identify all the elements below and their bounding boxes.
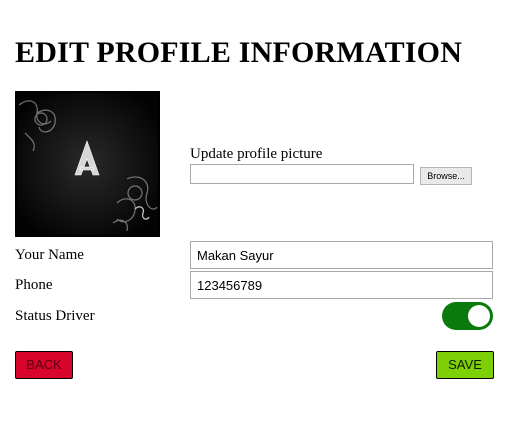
- save-button[interactable]: SAVE: [436, 351, 494, 379]
- edit-profile-page: EDIT PROFILE INFORMATION Update profile …: [0, 0, 511, 429]
- status-driver-toggle[interactable]: [442, 302, 493, 330]
- upload-picture-label: Update profile picture: [190, 146, 323, 162]
- name-input[interactable]: [190, 241, 493, 269]
- status-driver-label: Status Driver: [15, 308, 95, 324]
- phone-input[interactable]: [190, 271, 493, 299]
- back-button[interactable]: BACK: [15, 351, 73, 379]
- page-title: EDIT PROFILE INFORMATION: [15, 36, 463, 69]
- profile-image-icon: [17, 93, 158, 235]
- phone-label: Phone: [15, 277, 53, 293]
- name-label: Your Name: [15, 247, 84, 263]
- toggle-knob: [468, 305, 490, 327]
- profile-picture: [15, 91, 160, 237]
- file-path-field[interactable]: [190, 164, 414, 184]
- browse-button[interactable]: Browse...: [420, 167, 472, 185]
